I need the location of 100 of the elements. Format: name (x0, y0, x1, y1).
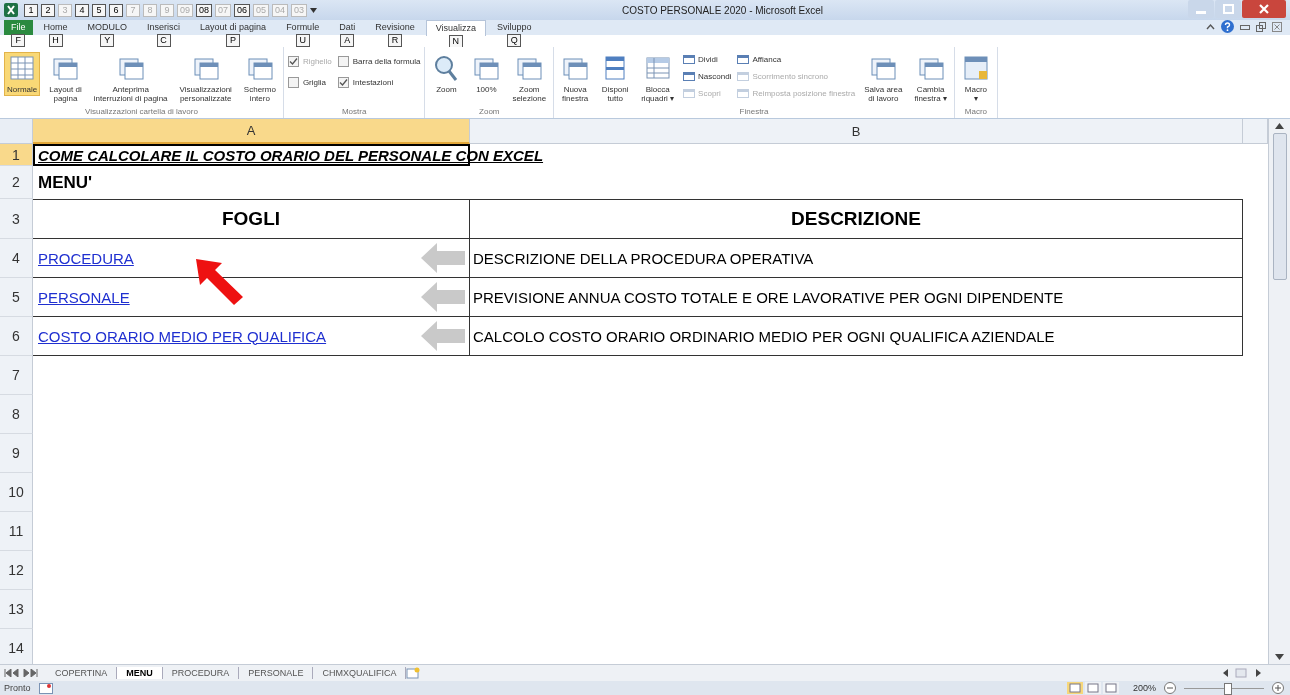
table-header: FOGLI (221, 208, 281, 230)
sheet-navigation-icon[interactable] (4, 669, 38, 677)
ribbon-button[interactable]: Affianca (737, 53, 856, 66)
ribbon-button[interactable]: Nuova finestra (558, 52, 593, 105)
zoom-slider[interactable] (1224, 682, 1232, 695)
row-header[interactable]: 14 (0, 629, 33, 664)
scroll-thumb[interactable] (1272, 133, 1287, 280)
vertical-scrollbar[interactable] (1268, 119, 1290, 664)
group-label: Zoom (478, 107, 501, 118)
view-button[interactable] (1066, 682, 1083, 694)
table-cell: PREVISIONE ANNUA COSTO TOTALE E ORE LAVORATIVE PER OGNI DIPENDENTE (473, 288, 1064, 306)
row-header[interactable]: 5 (0, 278, 33, 317)
row-header[interactable]: 7 (0, 356, 33, 395)
ribbon-button[interactable]: Layout di pagina (46, 52, 85, 105)
ribbon-button[interactable]: Dividi (683, 53, 732, 66)
keytip: 6 (109, 3, 123, 17)
row-header[interactable]: 9 (0, 434, 33, 473)
ribbon-button[interactable]: Blocca riquadri ▾ (638, 52, 678, 105)
sheet-link[interactable]: PERSONALE (38, 288, 130, 306)
checkbox[interactable]: Barra della formula (337, 53, 421, 70)
column-header[interactable]: A (33, 119, 470, 144)
keytip: 08 (196, 3, 213, 17)
sheet-link[interactable]: PROCEDURA (38, 249, 134, 267)
keytip: P (226, 34, 241, 47)
scroll-down-icon[interactable] (1275, 654, 1284, 660)
row-header[interactable]: 3 (0, 199, 33, 239)
zoom-out-icon[interactable] (1164, 682, 1176, 694)
close-icon[interactable] (1272, 21, 1282, 32)
keytip: 05 (253, 3, 270, 17)
record-macro-icon[interactable] (38, 682, 53, 694)
zoom-level[interactable]: 200% (1132, 683, 1156, 693)
checkbox[interactable]: Intestazioni (337, 74, 421, 91)
row-header[interactable]: 4 (0, 239, 33, 278)
ribbon-tab[interactable]: Inserisci (138, 20, 190, 35)
keytip: 2 (41, 3, 55, 17)
excel-logo-icon (4, 3, 18, 17)
ribbon-button[interactable]: Zoom selezione (509, 52, 550, 105)
keytip: 4 (75, 3, 89, 17)
column-header[interactable]: B (470, 119, 1243, 144)
close-icon[interactable] (1242, 0, 1286, 18)
row-header[interactable]: 8 (0, 395, 33, 434)
sheet-tab[interactable]: PERSONALE (239, 667, 314, 679)
sheet-link[interactable]: COSTO ORARIO MEDIO PER QUALIFICA (38, 327, 327, 345)
ribbon-button[interactable]: Schermo intero (240, 52, 279, 105)
view-button[interactable] (1102, 682, 1119, 694)
ribbon-tab[interactable]: Formule (277, 20, 329, 35)
ribbon-tab[interactable]: Layout di pagina (191, 20, 276, 35)
scroll-up-icon[interactable] (1275, 123, 1284, 129)
ribbon-button[interactable]: Visualizzazioni personalizzate (176, 52, 235, 105)
ribbon-button[interactable]: Normale (4, 52, 41, 96)
sheet-tab[interactable]: MENU (117, 667, 163, 679)
ribbon-button[interactable]: Anteprima interruzioni di pagina (90, 52, 171, 105)
keytip: 1 (24, 3, 38, 17)
ribbon-tab[interactable]: MODULO (78, 20, 137, 35)
ribbon-tab[interactable]: Sviluppo (488, 20, 541, 35)
status-text: Pronto (4, 683, 31, 693)
row-header[interactable]: 11 (0, 512, 33, 551)
ribbon-button[interactable]: Zoom (429, 52, 464, 96)
checkbox[interactable]: Griglia (287, 74, 332, 91)
keytip: 3 (58, 3, 72, 17)
ribbon-tab[interactable]: Dati (330, 20, 365, 35)
keytip: Y (100, 34, 115, 47)
row-header[interactable]: 12 (0, 551, 33, 590)
ribbon-button[interactable]: Disponi tutto (598, 52, 633, 105)
row-header[interactable]: 2 (0, 166, 33, 199)
sheet-tab[interactable]: PROCEDURA (162, 667, 240, 679)
zoom-in-icon[interactable] (1272, 682, 1284, 694)
ribbon-button[interactable]: Cambia finestra ▾ (911, 52, 950, 105)
sheet-icon (8, 54, 37, 82)
keytip: U (295, 34, 310, 47)
keytip: 5 (92, 3, 106, 17)
ribbon-tab[interactable]: Home (34, 20, 77, 35)
group-label: Mostra (340, 107, 368, 118)
keytip: A (340, 34, 355, 47)
ribbon-button[interactable]: Nascondi (683, 70, 732, 83)
keytip: R (387, 34, 402, 47)
file-tab[interactable]: File (4, 20, 33, 35)
sheet-icon (643, 54, 672, 82)
table-header: DESCRIZIONE (791, 208, 921, 230)
collapse-ribbon-icon[interactable] (1206, 22, 1215, 31)
row-header[interactable]: 6 (0, 317, 33, 356)
restore-icon[interactable] (1256, 21, 1266, 32)
keytip: C (156, 34, 171, 47)
row-header[interactable]: 13 (0, 590, 33, 629)
ribbon-button[interactable]: 100% (469, 52, 504, 96)
customize-dropdown-icon[interactable] (310, 7, 318, 13)
keytip: 04 (272, 3, 289, 17)
row-header[interactable]: 1 (0, 144, 33, 166)
ribbon-button[interactable]: Salva area di lavoro (861, 52, 906, 105)
ribbon-tab[interactable]: Visualizza (425, 20, 487, 36)
ribbon-tab[interactable]: Revisione (366, 20, 424, 35)
ribbon-button[interactable]: Macro ▾ (958, 52, 993, 105)
window-title: COSTO PERSONALE 2020 - Microsoft Excel (621, 4, 825, 16)
row-header[interactable]: 10 (0, 473, 33, 512)
minimize-icon[interactable] (1240, 22, 1250, 31)
help-icon[interactable] (1221, 20, 1234, 33)
view-button[interactable] (1084, 682, 1101, 694)
keytip: 9 (160, 3, 174, 17)
table-cell: DESCRIZIONE DELLA PROCEDURA OPERATIVA (473, 249, 814, 267)
group-label: Finestra (738, 107, 770, 118)
